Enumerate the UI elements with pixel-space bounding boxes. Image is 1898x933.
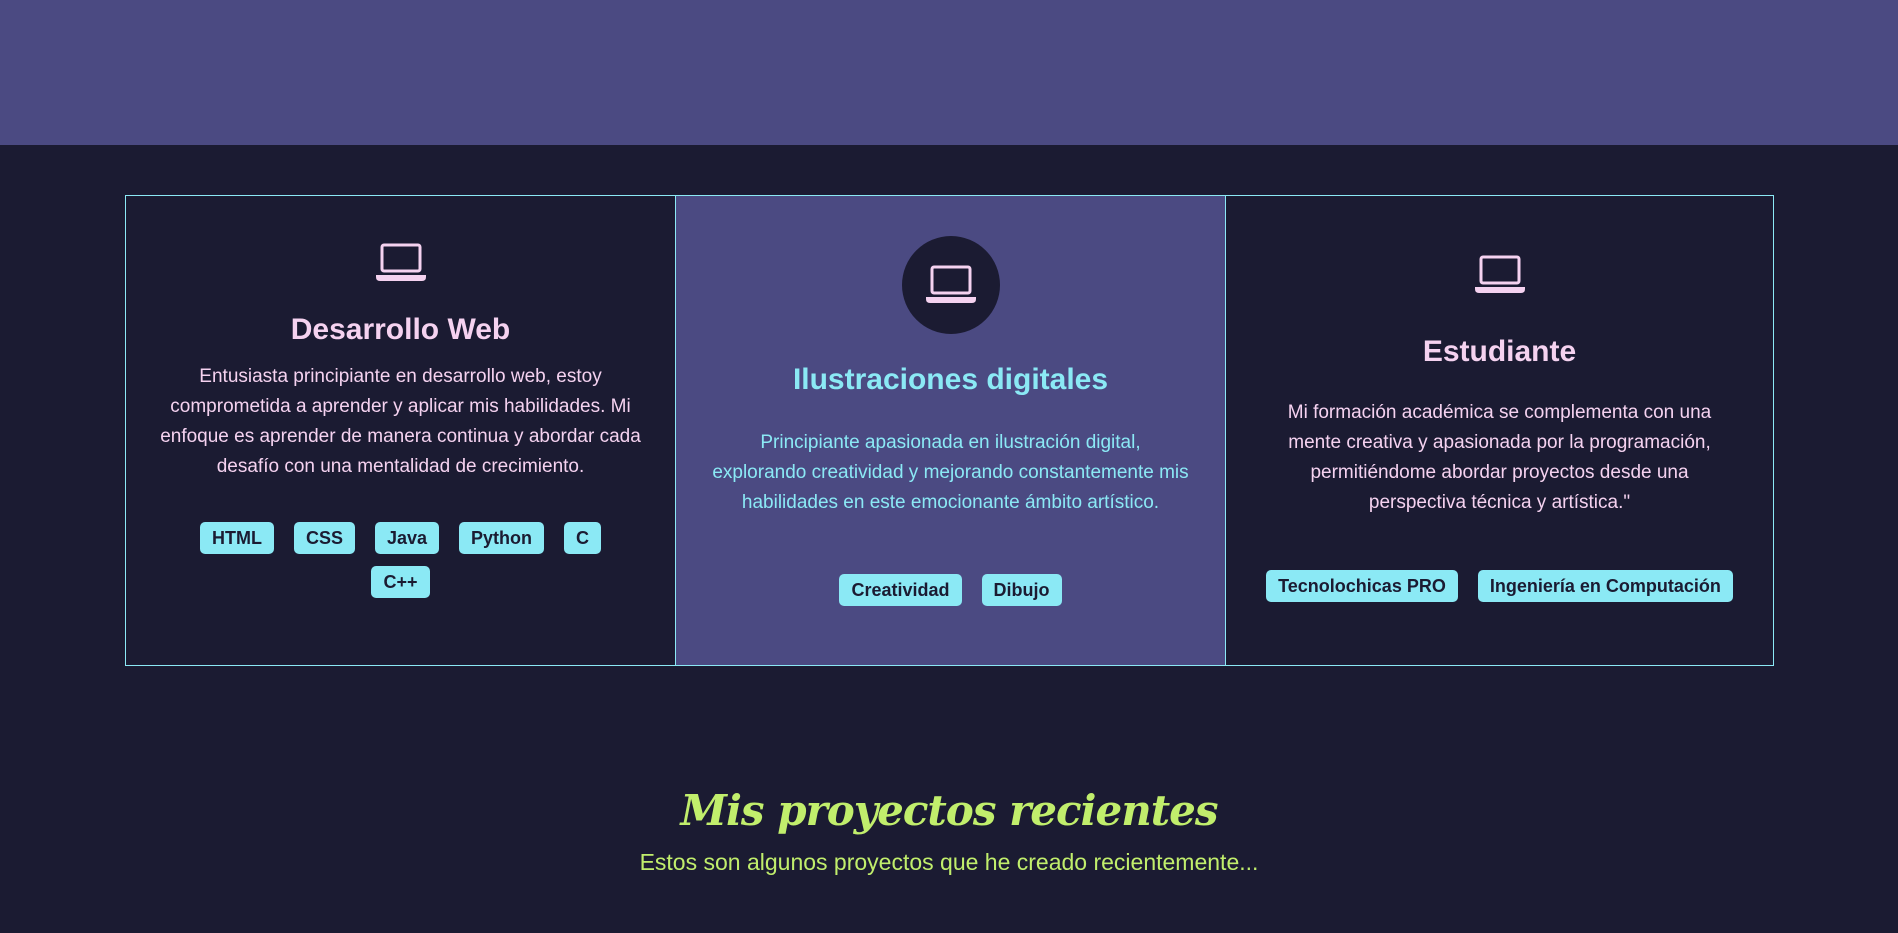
card-icon-wrap: [154, 242, 647, 284]
tag-dibujo: Dibujo: [981, 574, 1062, 606]
card-student: Estudiante Mi formación académica se com…: [1225, 196, 1773, 665]
header-band: [0, 0, 1898, 145]
tag-cpp: C++: [371, 566, 430, 598]
tag-html: HTML: [199, 522, 274, 554]
tag-c: C: [564, 522, 602, 554]
projects-subtitle: Estos son algunos proyectos que he cread…: [639, 849, 1259, 875]
card-description: Principiante apasionada en ilustración d…: [712, 432, 1189, 513]
card-description: Entusiasta principiante en desarrollo we…: [160, 366, 641, 477]
tag-ingenieria: Ingeniería en Computación: [1477, 570, 1733, 602]
laptop-icon: [375, 243, 426, 281]
icon-circle: [901, 236, 1000, 334]
tag-list: Creatividad Dibujo: [704, 574, 1197, 606]
tag-list: Tecnolochicas PRO Ingeniería en Computac…: [1254, 570, 1745, 602]
card-description: Mi formación académica se complementa co…: [1287, 402, 1712, 513]
card-title: Estudiante: [1422, 335, 1577, 368]
tag-python: Python: [459, 522, 545, 554]
skills-cards: Desarrollo Web Entusiasta principiante e…: [125, 195, 1774, 666]
tag-creatividad: Creatividad: [839, 574, 962, 606]
tag-java: Java: [374, 522, 440, 554]
tag-list: HTML CSS Java Python C C++: [154, 522, 647, 598]
laptop-icon: [1474, 255, 1525, 293]
card-icon-wrap: [704, 236, 1197, 334]
card-title: Desarrollo Web: [290, 313, 511, 346]
projects-title: Mis proyectos recientes: [680, 786, 1218, 835]
card-title: Ilustraciones digitales: [792, 363, 1109, 396]
card-web-development: Desarrollo Web Entusiasta principiante e…: [126, 196, 675, 665]
laptop-icon: [925, 265, 976, 303]
tag-css: CSS: [293, 522, 355, 554]
tag-tecnolochicas: Tecnolochicas PRO: [1266, 570, 1458, 602]
card-digital-illustration: Ilustraciones digitales Principiante apa…: [675, 196, 1225, 665]
card-icon-wrap: [1254, 254, 1745, 296]
